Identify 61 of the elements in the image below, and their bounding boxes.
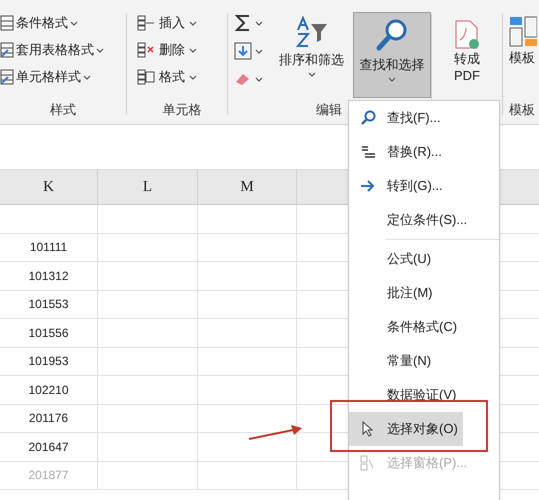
menu-item[interactable]: 查找(F)...: [349, 101, 499, 135]
arrow-right-icon: [360, 180, 376, 192]
chevron-down-icon: [189, 48, 197, 52]
table-cell-text: 101556: [28, 324, 69, 342]
table-cell-text: 101953: [28, 353, 69, 370]
ribbon-menu-button[interactable]: 格式: [137, 66, 227, 88]
menu-item[interactable]: 公式(U): [349, 242, 463, 276]
group-label: 编辑: [316, 101, 342, 119]
chevron-down-icon: [70, 20, 78, 26]
sigma-icon: [234, 14, 252, 32]
chevron-down-icon: [255, 48, 263, 54]
menu-item[interactable]: 常量(N): [349, 344, 463, 378]
menu-item[interactable]: 转到(G)...: [349, 169, 499, 203]
menu-item[interactable]: 选择对象(O): [349, 412, 463, 446]
menu-item[interactable]: 批注(M): [349, 276, 463, 310]
fill-down-icon: [234, 42, 252, 60]
ribbon-menu-button[interactable]: 条件格式: [0, 12, 126, 34]
ribbon-menu-button[interactable]: 单元格样式: [0, 66, 126, 88]
menu-item[interactable]: 替换(R)...: [349, 135, 499, 169]
group-label: 单元格: [162, 101, 202, 119]
format-grid-icon: [0, 69, 14, 85]
column-header: L: [98, 170, 198, 204]
cells-icon: [137, 15, 155, 31]
chevron-down-icon: [308, 72, 316, 76]
chevron-down-icon: [96, 48, 104, 52]
chevron-down-icon: [255, 20, 263, 26]
table-cell-text: 102210: [28, 382, 69, 399]
table-cell-text: 101553: [28, 296, 69, 314]
ribbon-menu-button[interactable]: 插入: [137, 12, 227, 34]
template-layout-icon: [509, 16, 537, 48]
cells-icon: [137, 42, 155, 58]
table-cell-text: 201877: [28, 467, 69, 484]
menu-item[interactable]: 条件格式(C): [349, 310, 463, 344]
ribbon-menu-button[interactable]: 套用表格格式: [0, 39, 126, 61]
cells-icon: [137, 69, 155, 85]
table-cell-text: 201176: [28, 410, 68, 428]
ribbon-menu-button[interactable]: 删除: [137, 39, 227, 61]
column-header: M: [198, 170, 297, 204]
chevron-down-icon: [255, 76, 263, 82]
pane-icon: [360, 455, 376, 471]
template-button[interactable]: 模板: [509, 12, 539, 100]
ribbon-large-button[interactable]: 排序和筛选: [272, 12, 350, 98]
pointer-icon: [362, 421, 374, 437]
chevron-down-icon: [189, 74, 197, 80]
table-cell-text: 201647: [28, 438, 69, 456]
chevron-down-icon: [388, 76, 396, 82]
table-cell-text: 101111: [30, 239, 68, 256]
chevron-down-icon: [189, 20, 197, 26]
format-grid-icon: [0, 15, 14, 31]
menu-item[interactable]: 定位条件(S)...: [349, 203, 499, 237]
chevron-down-icon: [83, 74, 91, 80]
ribbon-large-button[interactable]: 查找和选择: [353, 12, 431, 98]
annotation-arrow: [248, 424, 304, 442]
format-grid-icon: [0, 42, 14, 58]
table-cell-text: 101312: [28, 268, 69, 285]
column-header: K: [0, 170, 98, 204]
group-label: 样式: [50, 101, 76, 119]
group-label: 模板: [509, 101, 536, 119]
convert-pdf-button[interactable]: 转成 PDF: [452, 12, 482, 84]
sort-filter-icon: [294, 16, 330, 48]
search-icon: [360, 110, 376, 126]
